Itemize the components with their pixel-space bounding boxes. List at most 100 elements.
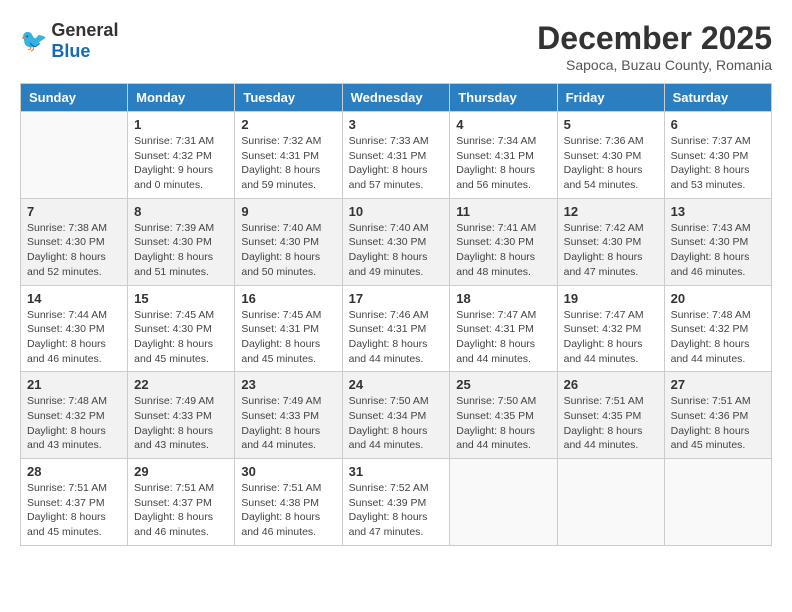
weekday-header-row: SundayMondayTuesdayWednesdayThursdayFrid… [21,84,772,112]
day-number: 22 [134,377,228,392]
day-info: Sunrise: 7:40 AM Sunset: 4:30 PM Dayligh… [241,221,335,280]
day-number: 27 [671,377,765,392]
title-block: December 2025 Sapoca, Buzau County, Roma… [537,20,772,73]
calendar-cell [450,459,557,546]
calendar-cell: 8 Sunrise: 7:39 AM Sunset: 4:30 PM Daylig… [128,198,235,285]
weekday-header-tuesday: Tuesday [235,84,342,112]
calendar-cell: 19Sunrise: 7:47 AM Sunset: 4:32 PM Dayli… [557,285,664,372]
calendar-cell: 17 Sunrise: 7:46 AM Sunset: 4:31 PM Dayli… [342,285,450,372]
day-number: 17 [349,291,444,306]
day-number: 10 [349,204,444,219]
calendar-cell: 30Sunrise: 7:51 AM Sunset: 4:38 PM Dayli… [235,459,342,546]
calendar-cell [664,459,771,546]
day-number: 14 [27,291,121,306]
logo-text: General Blue [51,20,118,62]
calendar-cell: 13 Sunrise: 7:43 AM Sunset: 4:30 PM Dayli… [664,198,771,285]
day-info: Sunrise: 7:37 AM Sunset: 4:30 PM Dayligh… [671,134,765,193]
calendar-cell: 7Sunrise: 7:38 AM Sunset: 4:30 PM Daylig… [21,198,128,285]
day-info: Sunrise: 7:32 AM Sunset: 4:31 PM Dayligh… [241,134,335,193]
day-info: Sunrise: 7:51 AM Sunset: 4:37 PM Dayligh… [27,481,121,540]
day-info: Sunrise: 7:40 AM Sunset: 4:30 PM Dayligh… [349,221,444,280]
day-info: Sunrise: 7:43 AM Sunset: 4:30 PM Dayligh… [671,221,765,280]
day-number: 11 [456,204,550,219]
calendar-cell: 15 Sunrise: 7:45 AM Sunset: 4:30 PM Dayli… [128,285,235,372]
day-info: Sunrise: 7:33 AM Sunset: 4:31 PM Dayligh… [349,134,444,193]
weekday-header-monday: Monday [128,84,235,112]
weekday-header-wednesday: Wednesday [342,84,450,112]
day-number: 12 [564,204,658,219]
day-number: 24 [349,377,444,392]
calendar-cell: 25 Sunrise: 7:50 AM Sunset: 4:35 PM Dayli… [450,372,557,459]
day-number: 9 [241,204,335,219]
day-info: Sunrise: 7:46 AM Sunset: 4:31 PM Dayligh… [349,308,444,367]
day-number: 25 [456,377,550,392]
calendar-cell [21,112,128,199]
day-info: Sunrise: 7:51 AM Sunset: 4:35 PM Dayligh… [564,394,658,453]
day-number: 29 [134,464,228,479]
calendar-cell: 16 Sunrise: 7:45 AM Sunset: 4:31 PM Dayli… [235,285,342,372]
day-info: Sunrise: 7:39 AM Sunset: 4:30 PM Dayligh… [134,221,228,280]
day-info: Sunrise: 7:50 AM Sunset: 4:35 PM Dayligh… [456,394,550,453]
calendar-cell: 14Sunrise: 7:44 AM Sunset: 4:30 PM Dayli… [21,285,128,372]
day-info: Sunrise: 7:49 AM Sunset: 4:33 PM Dayligh… [134,394,228,453]
day-number: 26 [564,377,658,392]
logo-bird-icon: 🐦 [20,28,47,54]
day-number: 31 [349,464,444,479]
calendar-table: SundayMondayTuesdayWednesdayThursdayFrid… [20,83,772,546]
day-number: 8 [134,204,228,219]
calendar-cell: 6 Sunrise: 7:37 AM Sunset: 4:30 PM Daylig… [664,112,771,199]
calendar-cell: 18 Sunrise: 7:47 AM Sunset: 4:31 PM Dayli… [450,285,557,372]
day-info: Sunrise: 7:45 AM Sunset: 4:30 PM Dayligh… [134,308,228,367]
calendar-week-row: 21 Sunrise: 7:48 AM Sunset: 4:32 PM Dayli… [21,372,772,459]
day-number: 16 [241,291,335,306]
calendar-cell: 10 Sunrise: 7:40 AM Sunset: 4:30 PM Dayli… [342,198,450,285]
day-info: Sunrise: 7:50 AM Sunset: 4:34 PM Dayligh… [349,394,444,453]
calendar-cell: 22 Sunrise: 7:49 AM Sunset: 4:33 PM Dayli… [128,372,235,459]
day-number: 5 [564,117,658,132]
day-number: 28 [27,464,121,479]
calendar-cell: 27 Sunrise: 7:51 AM Sunset: 4:36 PM Dayli… [664,372,771,459]
day-number: 21 [27,377,121,392]
calendar-week-row: 14Sunrise: 7:44 AM Sunset: 4:30 PM Dayli… [21,285,772,372]
day-info: Sunrise: 7:42 AM Sunset: 4:30 PM Dayligh… [564,221,658,280]
calendar-cell: 9 Sunrise: 7:40 AM Sunset: 4:30 PM Daylig… [235,198,342,285]
day-number: 7 [27,204,121,219]
day-number: 18 [456,291,550,306]
weekday-header-saturday: Saturday [664,84,771,112]
calendar-cell: 31Sunrise: 7:52 AM Sunset: 4:39 PM Dayli… [342,459,450,546]
weekday-header-friday: Friday [557,84,664,112]
calendar-week-row: 28 Sunrise: 7:51 AM Sunset: 4:37 PM Dayli… [21,459,772,546]
calendar-cell [557,459,664,546]
day-number: 30 [241,464,335,479]
day-info: Sunrise: 7:34 AM Sunset: 4:31 PM Dayligh… [456,134,550,193]
weekday-header-thursday: Thursday [450,84,557,112]
day-number: 1 [134,117,228,132]
location-subtitle: Sapoca, Buzau County, Romania [537,57,772,73]
day-number: 23 [241,377,335,392]
day-number: 13 [671,204,765,219]
day-info: Sunrise: 7:49 AM Sunset: 4:33 PM Dayligh… [241,394,335,453]
day-number: 6 [671,117,765,132]
calendar-cell: 4 Sunrise: 7:34 AM Sunset: 4:31 PM Daylig… [450,112,557,199]
day-info: Sunrise: 7:51 AM Sunset: 4:36 PM Dayligh… [671,394,765,453]
calendar-week-row: 1Sunrise: 7:31 AM Sunset: 4:32 PM Daylig… [21,112,772,199]
day-info: Sunrise: 7:41 AM Sunset: 4:30 PM Dayligh… [456,221,550,280]
day-number: 20 [671,291,765,306]
day-info: Sunrise: 7:47 AM Sunset: 4:31 PM Dayligh… [456,308,550,367]
logo-general: General [51,20,118,40]
calendar-cell: 21 Sunrise: 7:48 AM Sunset: 4:32 PM Dayli… [21,372,128,459]
calendar-cell: 26 Sunrise: 7:51 AM Sunset: 4:35 PM Dayli… [557,372,664,459]
calendar-cell: 28 Sunrise: 7:51 AM Sunset: 4:37 PM Dayli… [21,459,128,546]
logo: 🐦 General Blue [20,20,118,62]
day-number: 15 [134,291,228,306]
calendar-cell: 1Sunrise: 7:31 AM Sunset: 4:32 PM Daylig… [128,112,235,199]
calendar-week-row: 7Sunrise: 7:38 AM Sunset: 4:30 PM Daylig… [21,198,772,285]
day-info: Sunrise: 7:48 AM Sunset: 4:32 PM Dayligh… [27,394,121,453]
calendar-cell: 3Sunrise: 7:33 AM Sunset: 4:31 PM Daylig… [342,112,450,199]
day-info: Sunrise: 7:45 AM Sunset: 4:31 PM Dayligh… [241,308,335,367]
calendar-cell: 11 Sunrise: 7:41 AM Sunset: 4:30 PM Dayli… [450,198,557,285]
day-info: Sunrise: 7:36 AM Sunset: 4:30 PM Dayligh… [564,134,658,193]
day-number: 4 [456,117,550,132]
day-number: 2 [241,117,335,132]
calendar-cell: 20Sunrise: 7:48 AM Sunset: 4:32 PM Dayli… [664,285,771,372]
